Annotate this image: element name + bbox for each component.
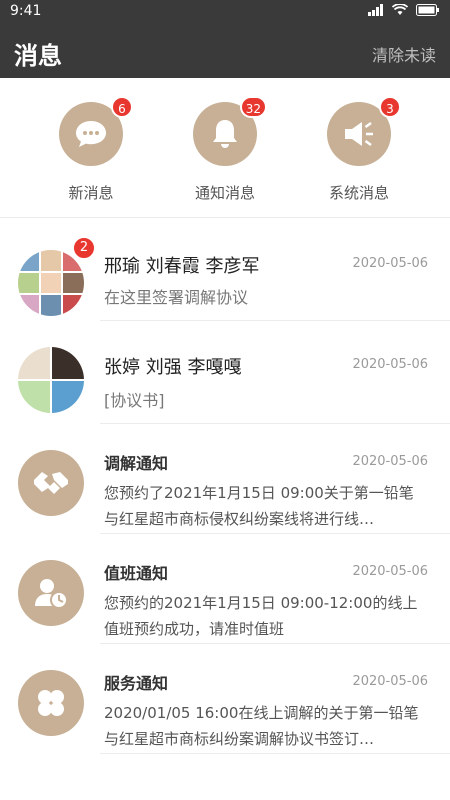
clear-unread-button[interactable]: 清除未读 xyxy=(372,42,436,66)
notification-body: 您预约了2021年1月15日 09:00关于第一铅笔与红星超市商标侵权纠纷案线将… xyxy=(104,484,414,528)
category-label: 通知消息 xyxy=(194,184,255,202)
battery-icon xyxy=(416,4,439,16)
status-bar: 9:41 xyxy=(0,0,450,24)
category-notifications[interactable]: 32 通知消息 xyxy=(170,96,280,203)
category-system-messages[interactable]: 3 系统消息 xyxy=(304,96,414,203)
notification-date: 2020-05-06 xyxy=(352,674,428,689)
notification-body: 您预约的2021年1月15日 09:00-12:00的线上值班预约成功，请准时值… xyxy=(104,594,418,638)
notification-date: 2020-05-06 xyxy=(352,564,428,579)
group-avatar xyxy=(18,250,84,316)
category-label: 新消息 xyxy=(68,184,114,202)
handshake-icon xyxy=(18,450,84,516)
list-item[interactable]: 2 邢瑜 刘春霞 李彦军 2020-05-06 在这里签署调解协议 xyxy=(0,218,450,321)
group-avatar xyxy=(18,347,84,413)
wifi-icon xyxy=(392,4,408,15)
bell-icon: 32 xyxy=(193,96,267,166)
page-title: 消息 xyxy=(14,42,62,70)
conversation-participants: 邢瑜 刘春霞 李彦军 xyxy=(104,256,260,277)
chat-bubble-icon: 6 xyxy=(59,96,133,166)
conversation-date: 2020-05-06 xyxy=(352,357,428,372)
notification-date: 2020-05-06 xyxy=(352,454,428,469)
signal-icon xyxy=(368,4,383,16)
notification-title: 值班通知 xyxy=(104,564,169,583)
list-item[interactable]: 值班通知 2020-05-06 您预约的2021年1月15日 09:00-12:… xyxy=(0,534,450,644)
app-header: 消息 清除未读 xyxy=(0,24,450,78)
message-list: 2 邢瑜 刘春霞 李彦军 2020-05-06 在这里签署调解协议 张婷 刘强 … xyxy=(0,218,450,754)
megaphone-icon: 3 xyxy=(327,96,401,166)
category-new-messages[interactable]: 6 新消息 xyxy=(36,96,146,203)
conversation-participants: 张婷 刘强 李嘎嘎 xyxy=(104,357,242,378)
conversation-date: 2020-05-06 xyxy=(352,256,428,271)
divider xyxy=(100,753,450,754)
status-time: 9:41 xyxy=(10,3,42,19)
message-categories: 6 新消息 32 通知消息 3 系统消息 xyxy=(0,78,450,218)
list-item[interactable]: 调解通知 2020-05-06 您预约了2021年1月15日 09:00关于第一… xyxy=(0,424,450,534)
notification-title: 服务通知 xyxy=(104,674,169,693)
conversation-preview: [协议书] xyxy=(104,391,165,410)
unread-badge: 6 xyxy=(111,96,133,118)
notification-title: 调解通知 xyxy=(104,454,169,473)
category-label: 系统消息 xyxy=(328,184,389,202)
unread-badge: 32 xyxy=(239,96,267,118)
list-item[interactable]: 张婷 刘强 李嘎嘎 2020-05-06 [协议书] xyxy=(0,321,450,424)
status-icons xyxy=(368,4,440,16)
conversation-preview: 在这里签署调解协议 xyxy=(104,288,249,307)
list-item[interactable]: 服务通知 2020-05-06 2020/01/05 16:00在线上调解的关于… xyxy=(0,644,450,754)
user-clock-icon xyxy=(18,560,84,626)
unread-badge: 3 xyxy=(379,96,401,118)
notification-body: 2020/01/05 16:00在线上调解的关于第一铅笔与红星超市商标纠纷案调解… xyxy=(104,704,419,748)
unread-badge: 2 xyxy=(72,236,96,260)
clover-icon xyxy=(18,670,84,736)
